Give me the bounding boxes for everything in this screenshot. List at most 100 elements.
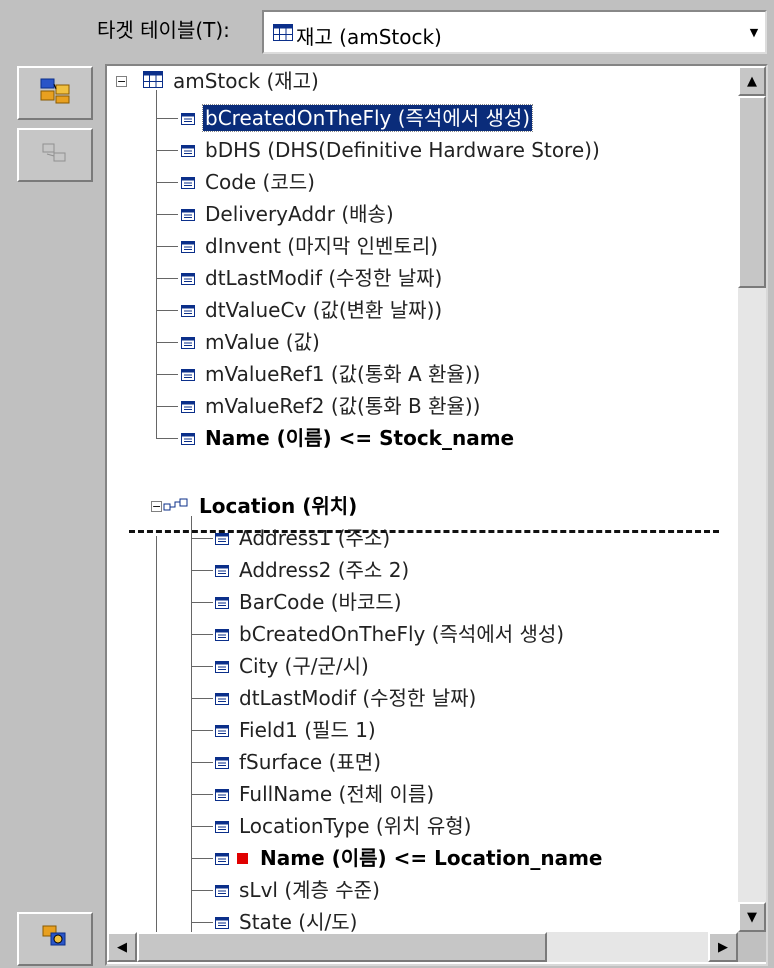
- vertical-scrollbar[interactable]: ▲ ▼: [738, 66, 766, 932]
- tree-line: [191, 570, 213, 571]
- tree-root-item[interactable]: amStock (재고): [143, 68, 321, 94]
- scroll-corner: [738, 932, 766, 962]
- field-item[interactable]: Address2 (주소 2): [215, 557, 411, 583]
- tree-item-label: Name (이름) <= Stock_name: [205, 426, 515, 450]
- tree-line: [191, 826, 213, 827]
- tree-line: [156, 246, 178, 247]
- tree-item-label: fSurface (표면): [239, 750, 381, 774]
- field-item[interactable]: fSurface (표면): [215, 749, 383, 775]
- field-icon: [215, 749, 229, 775]
- collapse-icon[interactable]: −: [116, 76, 127, 87]
- tree-item-label: DeliveryAddr (배송): [205, 202, 394, 226]
- table-icon: [273, 24, 293, 45]
- field-item[interactable]: dInvent (마지막 인벤토리): [181, 233, 440, 259]
- field-tree-panel: − amStock (재고) bCreatedOnTheFly (즉석에서 생성) b…: [105, 64, 768, 966]
- tree-item-label: State (시/도): [239, 910, 358, 932]
- field-icon: [215, 909, 229, 932]
- field-item[interactable]: Address1 (주소): [215, 525, 392, 551]
- field-item[interactable]: mValueRef2 (값(통화 B 환율)): [181, 393, 482, 419]
- scroll-up-icon[interactable]: ▲: [738, 66, 766, 96]
- tree-item-label: Field1 (필드 1): [239, 718, 376, 742]
- horizontal-scroll-thumb[interactable]: [137, 932, 547, 962]
- field-item[interactable]: FullName (전체 이름): [215, 781, 436, 807]
- tree-item-label: sLvl (계층 수준): [239, 878, 380, 902]
- tree-item-label: bCreatedOnTheFly (즉석에서 생성): [239, 622, 565, 646]
- scroll-left-icon[interactable]: ◀: [107, 932, 137, 962]
- tree-line: [156, 150, 178, 151]
- vertical-scroll-thumb[interactable]: [738, 96, 766, 288]
- tree-item-label: Code (코드): [205, 170, 315, 194]
- field-icon: [181, 169, 195, 195]
- field-item[interactable]: City (구/군/시): [215, 653, 371, 679]
- tree-item-label: FullName (전체 이름): [239, 782, 435, 806]
- field-icon: [215, 621, 229, 647]
- field-icon: [181, 329, 195, 355]
- tree-line: [191, 634, 213, 635]
- field-item[interactable]: dtLastModif (수정한 날짜): [181, 265, 444, 291]
- field-item[interactable]: mValueRef1 (값(통화 A 환율)): [181, 361, 482, 387]
- link-icon: [163, 493, 189, 519]
- scroll-right-icon[interactable]: ▶: [708, 932, 738, 962]
- tree-line: [191, 698, 213, 699]
- field-icon: [215, 653, 229, 679]
- unmap-fields-button[interactable]: [17, 128, 93, 182]
- field-item[interactable]: dtLastModif (수정한 날짜): [215, 685, 478, 711]
- field-item[interactable]: Code (코드): [181, 169, 317, 195]
- field-item[interactable]: bDHS (DHS(Definitive Hardware Store)): [181, 137, 602, 163]
- field-tree: − amStock (재고) bCreatedOnTheFly (즉석에서 생성) b…: [107, 66, 738, 932]
- tree-line: [156, 214, 178, 215]
- tree-item-label: dInvent (마지막 인벤토리): [205, 234, 439, 258]
- tree-item-label: mValue (값): [205, 330, 320, 354]
- field-item[interactable]: dtValueCv (값(변환 날짜)): [181, 297, 444, 323]
- chevron-down-icon[interactable]: ▼: [745, 14, 763, 50]
- tree-item-label: Address1 (주소): [239, 526, 391, 550]
- field-icon: [181, 201, 195, 227]
- tree-line: [156, 278, 178, 279]
- link-item[interactable]: Location (위치): [163, 493, 359, 519]
- tree-item-label: amStock (재고): [173, 69, 319, 93]
- field-item[interactable]: mValue (값): [181, 329, 322, 355]
- field-icon: [181, 393, 195, 419]
- map-fields-icon: [39, 76, 71, 110]
- tree-item-label: LocationType (위치 유형): [239, 814, 472, 838]
- field-icon: [215, 557, 229, 583]
- field-icon: [215, 877, 229, 903]
- mapped-field-item[interactable]: Name (이름) <= Location_name: [215, 845, 605, 871]
- mapped-field-item[interactable]: Name (이름) <= Stock_name: [181, 425, 516, 451]
- map-fields-button[interactable]: [17, 66, 93, 120]
- field-item[interactable]: bCreatedOnTheFly (즉석에서 생성): [215, 621, 566, 647]
- tree-line: [156, 182, 178, 183]
- tree-line: [191, 730, 213, 731]
- field-item[interactable]: sLvl (계층 수준): [215, 877, 382, 903]
- tree-line: [191, 794, 213, 795]
- tree-line: [191, 858, 213, 859]
- settings-icon: [40, 923, 70, 955]
- field-item[interactable]: DeliveryAddr (배송): [181, 201, 396, 227]
- field-item[interactable]: BarCode (바코드): [215, 589, 404, 615]
- tree-item-label: bDHS (DHS(Definitive Hardware Store)): [205, 138, 600, 162]
- tree-line: [191, 762, 213, 763]
- target-table-combo[interactable]: 재고 (amStock) ▼: [262, 10, 767, 54]
- tree-item-label: bCreatedOnTheFly (즉석에서 생성): [201, 104, 534, 132]
- horizontal-scrollbar[interactable]: ◀ ▶: [107, 932, 738, 962]
- tree-item-label: dtLastModif (수정한 날짜): [205, 266, 443, 290]
- table-icon: [143, 68, 163, 94]
- mapped-marker-icon: [237, 852, 248, 864]
- tree-item-label: dtLastModif (수정한 날짜): [239, 686, 477, 710]
- scroll-down-icon[interactable]: ▼: [738, 902, 766, 932]
- tree-line: [156, 118, 178, 119]
- field-item[interactable]: bCreatedOnTheFly (즉석에서 생성): [181, 104, 534, 132]
- field-item[interactable]: LocationType (위치 유형): [215, 813, 473, 839]
- field-item[interactable]: State (시/도): [215, 909, 359, 932]
- tree-line: [156, 342, 178, 343]
- tree-line: [191, 890, 213, 891]
- tree-line: [191, 538, 213, 539]
- collapse-icon[interactable]: −: [151, 501, 162, 512]
- tree-item-label: City (구/군/시): [239, 654, 369, 678]
- settings-button[interactable]: [17, 912, 93, 966]
- tree-line: [191, 922, 213, 923]
- tree-line: [156, 374, 178, 375]
- field-item[interactable]: Field1 (필드 1): [215, 717, 378, 743]
- field-icon: [215, 717, 229, 743]
- field-icon: [181, 297, 195, 323]
